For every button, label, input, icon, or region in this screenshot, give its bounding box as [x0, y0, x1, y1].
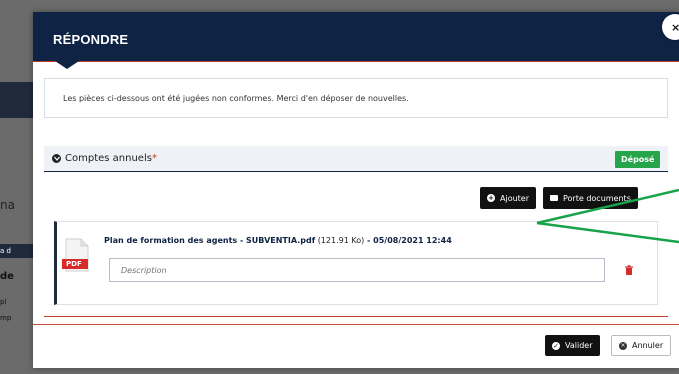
annotation-arrow — [536, 188, 679, 244]
